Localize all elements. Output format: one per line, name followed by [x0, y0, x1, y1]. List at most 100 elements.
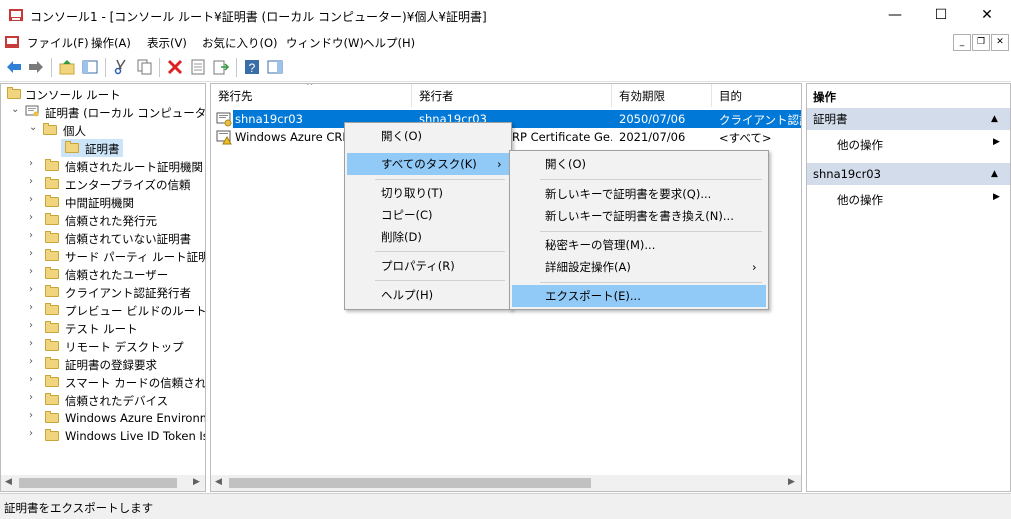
chevron-right-icon[interactable]: › — [29, 374, 33, 385]
submenu-manage-private-keys[interactable]: 秘密キーの管理(M)... — [512, 234, 766, 256]
tree-item-certificates[interactable]: 証明書 — [1, 139, 205, 157]
menu-separator — [540, 282, 762, 283]
properties-icon[interactable] — [189, 58, 207, 76]
copy-icon[interactable] — [135, 58, 153, 76]
folder-icon — [45, 159, 59, 171]
back-arrow-icon[interactable] — [5, 58, 23, 76]
scroll-left-icon[interactable]: ◀ — [215, 477, 222, 487]
tree-item-intermediate-ca[interactable]: › 中間証明機関 — [1, 193, 205, 211]
chevron-right-icon[interactable]: › — [29, 176, 33, 187]
mmc-menu-icon[interactable] — [4, 34, 20, 50]
up-folder-icon[interactable] — [58, 58, 76, 76]
menu-favorites[interactable]: お気に入り(O) — [202, 35, 278, 51]
action-more-actions[interactable]: 他の操作 — [837, 137, 883, 153]
chevron-right-icon[interactable]: › — [29, 356, 33, 367]
context-properties[interactable]: プロパティ(R) — [347, 255, 509, 277]
chevron-right-icon[interactable]: › — [29, 230, 33, 241]
tree-item-console-root[interactable]: コンソール ルート — [1, 85, 205, 103]
mdi-minimize-button[interactable]: _ — [953, 34, 971, 51]
menu-window[interactable]: ウィンドウ(W) — [286, 35, 364, 51]
action-section-shna19cr03[interactable]: shna19cr03 ▲ — [807, 163, 1010, 185]
collapse-up-icon[interactable]: ▲ — [991, 108, 998, 130]
help-icon[interactable]: ? — [243, 58, 261, 76]
column-header-purpose[interactable]: 目的 — [712, 84, 801, 107]
forward-arrow-icon[interactable] — [27, 58, 45, 76]
action-section-certificates[interactable]: 証明書 ▲ — [807, 108, 1010, 130]
submenu-renew-new-key[interactable]: 新しいキーで証明書を書き換え(N)... — [512, 205, 766, 227]
collapse-up-icon[interactable]: ▲ — [991, 163, 998, 185]
mdi-close-button[interactable]: ✕ — [991, 34, 1009, 51]
chevron-right-icon[interactable]: › — [29, 248, 33, 259]
tree-item-personal[interactable]: ⌄ 個人 — [1, 121, 205, 139]
chevron-right-icon[interactable]: › — [29, 338, 33, 349]
delete-icon[interactable] — [166, 58, 184, 76]
context-copy[interactable]: コピー(C) — [347, 204, 509, 226]
tree-item-certificates-local[interactable]: ⌄ 証明書 (ローカル コンピューター) — [1, 103, 205, 121]
maximize-button[interactable]: ☐ — [918, 0, 964, 31]
tree-item-third-party-root[interactable]: › サード パーティ ルート証明機関 — [1, 247, 205, 265]
chevron-right-icon[interactable]: › — [29, 410, 33, 421]
menu-help[interactable]: ヘルプ(H) — [363, 35, 415, 51]
minimize-button[interactable]: — — [872, 0, 918, 31]
scroll-left-icon[interactable]: ◀ — [5, 477, 12, 487]
context-cut[interactable]: 切り取り(T) — [347, 182, 509, 204]
chevron-right-icon[interactable]: › — [29, 194, 33, 205]
chevron-right-icon[interactable]: › — [29, 266, 33, 277]
menu-action[interactable]: 操作(A) — [91, 35, 131, 51]
sort-asc-icon: ^ — [306, 83, 314, 92]
tree-item-test-roots[interactable]: › テスト ルート — [1, 319, 205, 337]
menu-bar: ファイル(F) 操作(A) 表示(V) お気に入り(O) ウィンドウ(W) ヘル… — [0, 31, 1011, 53]
chevron-down-icon[interactable]: ⌄ — [29, 122, 37, 133]
scroll-thumb[interactable] — [229, 478, 591, 488]
actions-pane: 操作 証明書 ▲ 他の操作 ▶ shna19cr03 ▲ 他の操作 ▶ — [806, 83, 1011, 492]
cut-icon[interactable] — [112, 58, 130, 76]
chevron-right-icon[interactable]: › — [29, 302, 33, 313]
chevron-right-icon[interactable]: › — [29, 320, 33, 331]
chevron-right-icon[interactable]: › — [29, 212, 33, 223]
tree-item-trusted-devices[interactable]: › 信頼されたデバイス — [1, 391, 205, 409]
tree-item-enterprise-trust[interactable]: › エンタープライズの信頼 — [1, 175, 205, 193]
tree-horizontal-scrollbar[interactable]: ◀ ▶ — [1, 475, 205, 491]
column-header-issuer[interactable]: 発行者 — [412, 84, 612, 107]
chevron-right-icon[interactable]: › — [29, 392, 33, 403]
show-hide-tree-icon[interactable] — [81, 58, 99, 76]
context-all-tasks[interactable]: すべてのタスク(K) › — [347, 153, 509, 175]
column-header-expiration[interactable]: 有効期限 — [612, 84, 712, 107]
scroll-right-icon[interactable]: ▶ — [788, 477, 795, 487]
submenu-advanced-operations[interactable]: 詳細設定操作(A) › — [512, 256, 766, 278]
chevron-down-icon[interactable]: ⌄ — [11, 104, 19, 115]
mdi-restore-button[interactable]: ❐ — [972, 34, 990, 51]
scroll-thumb[interactable] — [19, 478, 177, 488]
menu-file[interactable]: ファイル(F) — [27, 35, 89, 51]
tree-item-remote-desktop[interactable]: › リモート デスクトップ — [1, 337, 205, 355]
chevron-right-icon[interactable]: › — [29, 284, 33, 295]
menu-view[interactable]: 表示(V) — [147, 35, 187, 51]
scroll-right-icon[interactable]: ▶ — [193, 477, 200, 487]
cell-issuer: RP Certificate Ge... — [512, 130, 612, 144]
folder-icon — [45, 213, 59, 225]
show-action-pane-icon[interactable] — [266, 58, 284, 76]
context-open[interactable]: 開く(O) — [347, 125, 509, 147]
tree-item-windows-live-id[interactable]: › Windows Live ID Token Issuer — [1, 427, 205, 445]
tree-item-client-auth-issuers[interactable]: › クライアント認証発行者 — [1, 283, 205, 301]
context-help[interactable]: ヘルプ(H) — [347, 284, 509, 306]
action-more-actions[interactable]: 他の操作 — [837, 192, 883, 208]
close-button[interactable]: ✕ — [964, 0, 1010, 31]
tree-item-smartcard-roots[interactable]: › スマート カードの信頼されたルート — [1, 373, 205, 391]
export-list-icon[interactable] — [212, 58, 230, 76]
tree-item-trusted-people[interactable]: › 信頼されたユーザー — [1, 265, 205, 283]
submenu-request-new-key[interactable]: 新しいキーで証明書を要求(Q)... — [512, 183, 766, 205]
submenu-export[interactable]: エクスポート(E)... — [512, 285, 766, 307]
tree-item-trusted-root[interactable]: › 信頼されたルート証明機関 — [1, 157, 205, 175]
tree-item-enrollment-requests[interactable]: › 証明書の登録要求 — [1, 355, 205, 373]
context-delete[interactable]: 削除(D) — [347, 226, 509, 248]
list-horizontal-scrollbar[interactable]: ◀ ▶ — [211, 475, 801, 491]
chevron-right-icon[interactable]: › — [29, 428, 33, 439]
chevron-right-icon[interactable]: › — [29, 158, 33, 169]
tree-item-untrusted[interactable]: › 信頼されていない証明書 — [1, 229, 205, 247]
tree-item-windows-azure-env[interactable]: › Windows Azure Environment — [1, 409, 205, 427]
submenu-open[interactable]: 開く(O) — [512, 153, 766, 175]
tree-item-preview-build-roots[interactable]: › プレビュー ビルドのルート — [1, 301, 205, 319]
menu-separator — [375, 251, 505, 252]
tree-item-trusted-publishers[interactable]: › 信頼された発行元 — [1, 211, 205, 229]
